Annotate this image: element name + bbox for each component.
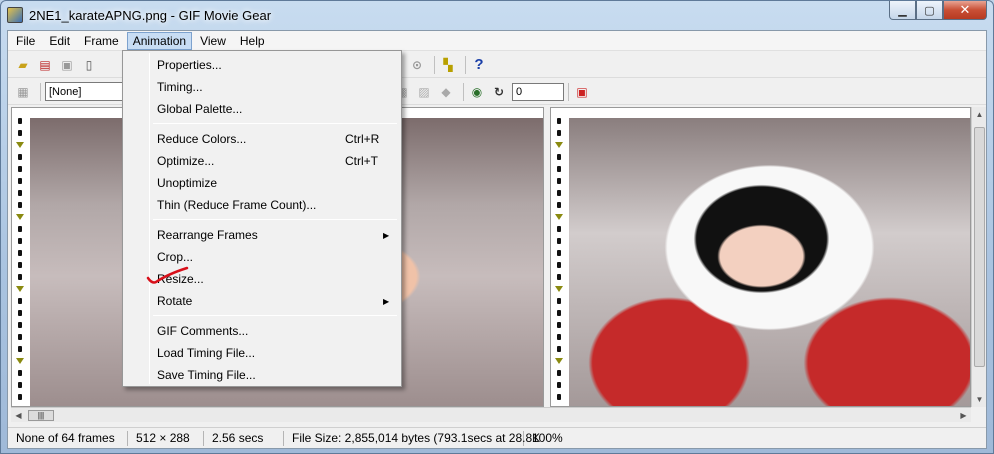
window-controls: ▁ ▢ ✕ bbox=[889, 1, 987, 20]
menu-item-thin[interactable]: Thin (Reduce Frame Count)... bbox=[123, 194, 401, 216]
status-filesize: File Size: 2,855,014 bytes (793.1secs at… bbox=[284, 430, 540, 446]
menu-separator bbox=[153, 123, 397, 124]
loop-icon[interactable]: ↻ bbox=[490, 83, 508, 101]
minimize-button[interactable]: ▁ bbox=[889, 1, 916, 20]
app-window: 2NE1_karateAPNG.png - GIF Movie Gear ▁ ▢… bbox=[0, 0, 994, 454]
menu-edit[interactable]: Edit bbox=[43, 32, 76, 50]
frame-tool-icon[interactable]: ◆ bbox=[437, 83, 455, 101]
menu-item-label: Global Palette... bbox=[157, 102, 243, 116]
menu-item-label: Unoptimize bbox=[157, 176, 218, 190]
menu-item-rearrange-frames[interactable]: Rearrange Frames ▶ bbox=[123, 224, 401, 246]
toolbar-separator bbox=[465, 55, 466, 74]
horizontal-scroll-thumb[interactable]: ||| bbox=[28, 409, 54, 421]
menu-item-global-palette[interactable]: Global Palette... bbox=[123, 98, 401, 120]
context-help-icon[interactable]: ▚ bbox=[439, 56, 457, 74]
scroll-up-icon[interactable]: ▲ bbox=[972, 107, 987, 122]
status-duration: 2.56 secs bbox=[204, 430, 284, 446]
frame-properties-icon[interactable]: ▦ bbox=[14, 83, 32, 101]
menu-animation[interactable]: Animation bbox=[126, 31, 193, 50]
scroll-down-icon[interactable]: ▼ bbox=[972, 392, 987, 407]
vertical-scroll-thumb[interactable] bbox=[974, 127, 985, 367]
menu-separator bbox=[153, 315, 397, 316]
app-icon[interactable] bbox=[7, 7, 23, 23]
zoom-reset-icon[interactable]: ⊙ bbox=[408, 56, 426, 74]
checkmark-annotation-icon bbox=[146, 266, 189, 284]
window-title: 2NE1_karateAPNG.png - GIF Movie Gear bbox=[29, 7, 272, 23]
menu-separator bbox=[153, 219, 397, 220]
menu-item-optimize[interactable]: Optimize... Ctrl+T bbox=[123, 150, 401, 172]
submenu-arrow-icon: ▶ bbox=[383, 230, 390, 240]
new-file-icon[interactable]: ▯ bbox=[80, 56, 98, 74]
open-filmstrip-icon[interactable]: ▤ bbox=[36, 56, 54, 74]
menu-item-gif-comments[interactable]: GIF Comments... bbox=[123, 320, 401, 342]
menu-item-label: Timing... bbox=[157, 80, 203, 94]
help-icon[interactable]: ? bbox=[470, 56, 488, 74]
menu-item-rotate[interactable]: Rotate ▶ bbox=[123, 290, 401, 312]
menu-item-label: Reduce Colors... bbox=[157, 132, 247, 146]
status-zoom: 100% bbox=[532, 430, 563, 445]
close-button[interactable]: ✕ bbox=[943, 1, 987, 20]
menu-item-label: Properties... bbox=[157, 58, 222, 72]
menu-view[interactable]: View bbox=[194, 32, 232, 50]
menu-item-label: Rearrange Frames bbox=[157, 228, 258, 242]
status-frames: None of 64 frames bbox=[8, 430, 128, 446]
palette-combo[interactable]: [None] bbox=[45, 82, 123, 101]
menu-item-properties[interactable]: Properties... bbox=[123, 54, 401, 76]
toolbar-separator bbox=[463, 82, 464, 101]
frame-tool-icon[interactable]: ▨ bbox=[415, 83, 433, 101]
save-icon[interactable]: ▣ bbox=[58, 56, 76, 74]
menu-item-label: Thin (Reduce Frame Count)... bbox=[157, 198, 317, 212]
menu-frame[interactable]: Frame bbox=[78, 32, 125, 50]
menu-item-label: Crop... bbox=[157, 250, 194, 264]
maximize-button[interactable]: ▢ bbox=[916, 1, 943, 20]
menu-item-unoptimize[interactable]: Unoptimize bbox=[123, 172, 401, 194]
status-dimensions: 512 × 288 bbox=[128, 430, 204, 446]
horizontal-scrollbar[interactable]: ◀ ||| ▶ bbox=[11, 407, 971, 422]
menu-help[interactable]: Help bbox=[234, 32, 271, 50]
animation-menu: Properties... Timing... Global Palette..… bbox=[122, 50, 402, 387]
menu-bar: File Edit Frame Animation View Help bbox=[8, 31, 986, 51]
open-folder-icon[interactable]: ▰ bbox=[14, 56, 32, 74]
loop-count-input[interactable]: 0 bbox=[512, 82, 564, 101]
submenu-arrow-icon: ▶ bbox=[383, 296, 390, 306]
vertical-scrollbar[interactable]: ▲ ▼ bbox=[971, 107, 986, 407]
menu-item-save-timing-file[interactable]: Save Timing File... bbox=[123, 364, 401, 386]
menu-item-shortcut: Ctrl+T bbox=[345, 154, 378, 168]
film-strip-edge bbox=[12, 108, 28, 406]
menu-item-label: Load Timing File... bbox=[157, 346, 256, 360]
status-bar: None of 64 frames 512 × 288 2.56 secs Fi… bbox=[8, 427, 986, 448]
preview-icon[interactable]: ▣ bbox=[573, 83, 591, 101]
toolbar-separator bbox=[40, 82, 41, 101]
menu-item-label: GIF Comments... bbox=[157, 324, 249, 338]
menu-item-timing[interactable]: Timing... bbox=[123, 76, 401, 98]
menu-item-label: Optimize... bbox=[157, 154, 215, 168]
menu-item-reduce-colors[interactable]: Reduce Colors... Ctrl+R bbox=[123, 128, 401, 150]
preview-pane[interactable] bbox=[550, 107, 971, 407]
menu-item-label: Save Timing File... bbox=[157, 368, 256, 382]
scroll-left-icon[interactable]: ◀ bbox=[11, 408, 26, 423]
globe-icon[interactable]: ◉ bbox=[468, 83, 486, 101]
film-strip-edge bbox=[551, 108, 567, 406]
preview-image[interactable] bbox=[569, 118, 970, 406]
menu-item-shortcut: Ctrl+R bbox=[345, 132, 380, 146]
toolbar-separator bbox=[568, 82, 569, 101]
menu-item-label: Rotate bbox=[157, 294, 193, 308]
menu-item-load-timing-file[interactable]: Load Timing File... bbox=[123, 342, 401, 364]
menu-file[interactable]: File bbox=[10, 32, 41, 50]
toolbar-separator bbox=[434, 55, 435, 74]
scroll-right-icon[interactable]: ▶ bbox=[956, 408, 971, 423]
title-bar[interactable]: 2NE1_karateAPNG.png - GIF Movie Gear ▁ ▢… bbox=[1, 1, 993, 29]
